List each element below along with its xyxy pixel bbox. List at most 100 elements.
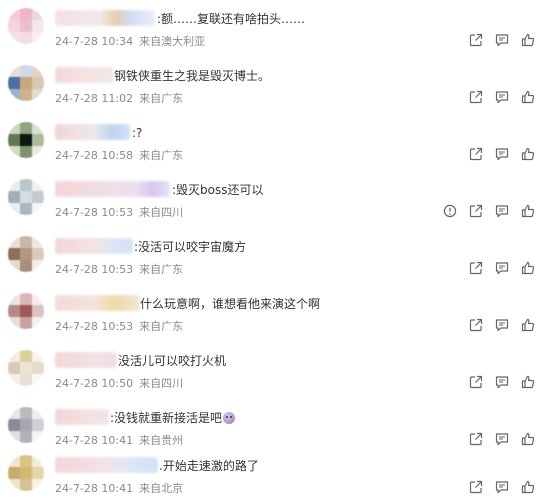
comment-list: :额……复联还有啥拍头…… 24-7-28 10:34 来自澳大利亚 钢铁侠重生之… <box>0 0 550 500</box>
comment-text: :没钱就重新接活是吧 <box>110 411 236 425</box>
share-icon[interactable] <box>468 260 484 276</box>
comment-location: 来自广东 <box>139 320 184 333</box>
avatar[interactable] <box>8 8 44 44</box>
share-icon[interactable] <box>468 431 484 447</box>
comment-item: :没活可以咬宇宙魔方 24-7-28 10:53 来自广东 <box>0 228 550 285</box>
comment-date: 24-7-28 10:50 <box>55 377 134 390</box>
comment-icon[interactable] <box>494 89 510 105</box>
comment-item: :额……复联还有啥拍头…… 24-7-28 10:34 来自澳大利亚 <box>0 0 550 57</box>
comment-item: :毁灭boss还可以 24-7-28 10:53 来自四川 <box>0 171 550 228</box>
like-icon[interactable] <box>520 32 536 48</box>
avatar[interactable] <box>8 293 44 329</box>
comment-icon[interactable] <box>494 317 510 333</box>
comment-location: 来自广东 <box>139 263 184 276</box>
username[interactable] <box>55 352 117 368</box>
avatar[interactable] <box>8 350 44 386</box>
comment-location: 来自广东 <box>139 92 184 105</box>
comment-item: 什么玩意啊，谁想看他来演这个啊 24-7-28 10:53 来自广东 <box>0 285 550 342</box>
comment-location: 来自澳大利亚 <box>139 35 206 48</box>
like-icon[interactable] <box>520 431 536 447</box>
comment-icon[interactable] <box>494 146 510 162</box>
comment-item: .开始走速激的路了 24-7-28 10:41 来自北京 <box>0 447 550 504</box>
comment-date: 24-7-28 10:41 <box>55 434 134 447</box>
comment-actions <box>468 32 536 48</box>
share-icon[interactable] <box>468 479 484 495</box>
comment-actions <box>468 431 536 447</box>
face-emoji-icon <box>223 412 236 424</box>
username[interactable] <box>55 238 133 254</box>
comment-actions <box>468 146 536 162</box>
comment-actions <box>468 89 536 105</box>
comment-item: 没活儿可以咬打火机 24-7-28 10:50 来自四川 <box>0 342 550 399</box>
share-icon[interactable] <box>468 146 484 162</box>
avatar[interactable] <box>8 122 44 158</box>
username[interactable] <box>55 409 109 425</box>
comment-text: 什么玩意啊，谁想看他来演这个啊 <box>140 297 321 311</box>
avatar[interactable] <box>8 179 44 215</box>
like-icon[interactable] <box>520 203 536 219</box>
like-icon[interactable] <box>520 479 536 495</box>
comment-date: 24-7-28 10:41 <box>55 482 134 495</box>
comment-item: :? 24-7-28 10:58 来自广东 <box>0 114 550 171</box>
comment-text: 没活儿可以咬打火机 <box>118 354 227 368</box>
avatar[interactable] <box>8 236 44 272</box>
comment-icon[interactable] <box>494 431 510 447</box>
comment-meta: 24-7-28 10:34 来自澳大利亚 <box>55 35 205 48</box>
avatar[interactable] <box>8 65 44 101</box>
comment-icon[interactable] <box>494 260 510 276</box>
comment-location: 来自四川 <box>139 206 184 219</box>
username[interactable] <box>55 124 130 140</box>
report-icon[interactable] <box>442 203 458 219</box>
comment-text-content: :没钱就重新接活是吧 <box>110 411 223 425</box>
comment-actions <box>468 203 536 219</box>
comment-text: .开始走速激的路了 <box>159 459 259 473</box>
comment-text: :毁灭boss还可以 <box>172 183 264 197</box>
comment-actions <box>468 260 536 276</box>
comment-meta: 24-7-28 11:02 来自广东 <box>55 92 183 105</box>
share-icon[interactable] <box>468 89 484 105</box>
comment-text: :没活可以咬宇宙魔方 <box>134 240 247 254</box>
comment-date: 24-7-28 10:53 <box>55 263 134 276</box>
comment-date: 24-7-28 11:02 <box>55 92 134 105</box>
comment-icon[interactable] <box>494 203 510 219</box>
like-icon[interactable] <box>520 317 536 333</box>
avatar[interactable] <box>8 407 44 443</box>
share-icon[interactable] <box>468 203 484 219</box>
comment-meta: 24-7-28 10:58 来自广东 <box>55 149 183 162</box>
username[interactable] <box>55 457 158 473</box>
comment-date: 24-7-28 10:58 <box>55 149 134 162</box>
comment-text: :额……复联还有啥拍头…… <box>157 12 306 26</box>
username[interactable] <box>55 67 113 83</box>
comment-actions <box>468 317 536 333</box>
comment-location: 来自广东 <box>139 149 184 162</box>
like-icon[interactable] <box>520 89 536 105</box>
comment-date: 24-7-28 10:53 <box>55 206 134 219</box>
comment-meta: 24-7-28 10:53 来自四川 <box>55 206 183 219</box>
comment-text: :? <box>132 126 143 140</box>
like-icon[interactable] <box>520 374 536 390</box>
comment-text: 钢铁侠重生之我是毁灭博士。 <box>114 69 271 83</box>
share-icon[interactable] <box>468 317 484 333</box>
comment-meta: 24-7-28 10:53 来自广东 <box>55 263 183 276</box>
username[interactable] <box>55 295 140 311</box>
comment-meta: 24-7-28 10:50 来自四川 <box>55 377 183 390</box>
comment-item: 钢铁侠重生之我是毁灭博士。 24-7-28 11:02 来自广东 <box>0 57 550 114</box>
comment-actions <box>468 479 536 495</box>
username[interactable] <box>55 10 155 26</box>
comment-icon[interactable] <box>494 32 510 48</box>
comment-icon[interactable] <box>494 374 510 390</box>
username[interactable] <box>55 181 170 197</box>
comment-location: 来自北京 <box>139 482 184 495</box>
comment-location: 来自四川 <box>139 377 184 390</box>
comment-date: 24-7-28 10:34 <box>55 35 134 48</box>
comment-actions <box>468 374 536 390</box>
like-icon[interactable] <box>520 146 536 162</box>
comment-date: 24-7-28 10:53 <box>55 320 134 333</box>
comment-icon[interactable] <box>494 479 510 495</box>
comment-meta: 24-7-28 10:53 来自广东 <box>55 320 183 333</box>
share-icon[interactable] <box>468 374 484 390</box>
comment-meta: 24-7-28 10:41 来自北京 <box>55 482 183 495</box>
share-icon[interactable] <box>468 32 484 48</box>
avatar[interactable] <box>8 455 44 491</box>
like-icon[interactable] <box>520 260 536 276</box>
